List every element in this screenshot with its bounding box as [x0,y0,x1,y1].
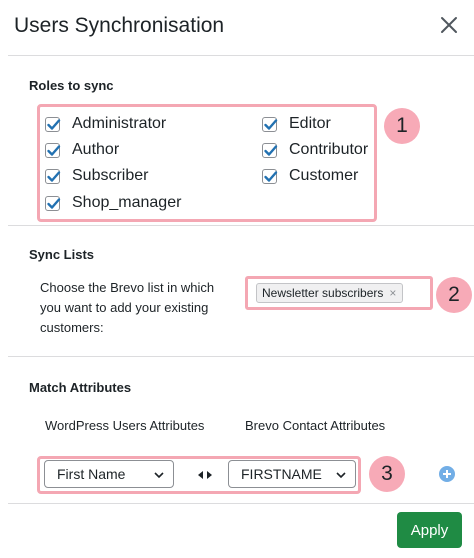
role-editor[interactable]: Editor [262,115,331,133]
match-attributes-title: Match Attributes [29,380,132,395]
role-label: Editor [289,115,331,132]
swap-arrows-icon [197,467,213,485]
checkbox[interactable] [262,116,278,132]
callout-badge-2: 2 [436,277,472,313]
chevron-down-icon [336,472,346,479]
role-label: Author [72,141,120,158]
brevo-attributes-header: Brevo Contact Attributes [245,418,386,433]
role-label: Shop_manager [72,194,182,211]
role-subscriber[interactable]: Subscriber [45,167,148,185]
brevo-attribute-select[interactable]: FIRSTNAME [228,460,356,488]
remove-tag-icon[interactable]: × [389,286,396,300]
sync-lists-description: Choose the Brevo list in which you want … [40,280,215,335]
checkbox[interactable] [45,168,61,184]
role-author[interactable]: Author [45,141,119,159]
role-administrator[interactable]: Administrator [45,115,166,133]
checkbox[interactable] [45,116,61,132]
list-tag-label: Newsletter subscribers [262,286,384,300]
close-icon[interactable] [436,12,462,38]
section-divider [8,225,474,226]
modal-title: Users Synchronisation [14,14,225,37]
wp-attributes-header: WordPress Users Attributes [45,418,205,433]
callout-badge-3: 3 [369,456,405,492]
sync-lists-title: Sync Lists [29,247,95,262]
header-divider [8,55,474,56]
checkbox[interactable] [45,142,61,158]
chevron-down-icon [154,472,164,479]
brevo-attribute-value: FIRSTNAME [241,466,322,482]
plus-circle-icon[interactable] [439,466,455,487]
role-label: Subscriber [72,167,149,184]
role-contributor[interactable]: Contributor [262,141,368,159]
role-customer[interactable]: Customer [262,167,358,185]
callout-badge-1: 1 [384,108,420,144]
checkbox[interactable] [262,168,278,184]
footer-divider [8,503,474,504]
role-shop-manager[interactable]: Shop_manager [45,194,181,212]
role-label: Contributor [289,141,369,158]
wp-attribute-value: First Name [57,466,126,482]
apply-button[interactable]: Apply [397,512,462,548]
checkbox[interactable] [45,195,61,211]
list-select-field[interactable]: Newsletter subscribers × [245,276,433,310]
role-label: Customer [289,167,359,184]
wp-attribute-select[interactable]: First Name [44,460,174,488]
list-tag: Newsletter subscribers × [256,283,404,303]
checkbox[interactable] [262,142,278,158]
roles-section-title: Roles to sync [29,78,114,93]
section-divider [8,356,474,357]
role-label: Administrator [72,115,167,132]
